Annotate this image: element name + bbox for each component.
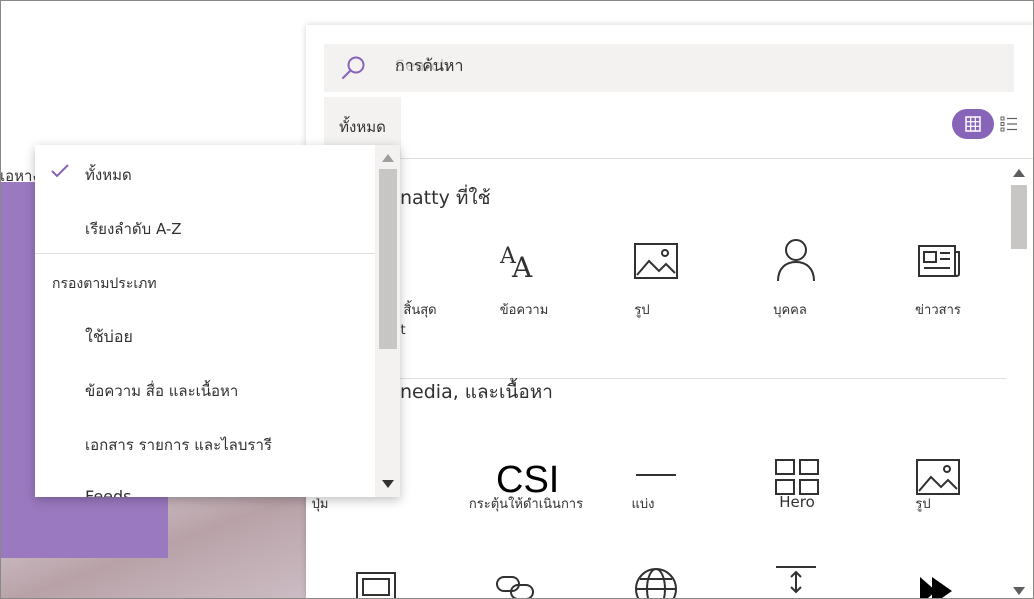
menu-item-feeds[interactable]: Feeds <box>35 471 375 497</box>
gallery-icon[interactable] <box>354 563 402 599</box>
search-box[interactable]: Search การค้นหา <box>324 44 1014 92</box>
text-icon: A A <box>499 244 533 284</box>
menu-item-label: ใช้บ่อย <box>85 327 133 346</box>
grid-icon <box>965 116 981 132</box>
section-title-frequent: natty ที่ใช้ <box>400 187 491 209</box>
tile-label-news: ข่าวสาร <box>915 303 961 318</box>
menu-item-label: ข้อความ สื่อ และเนื้อหา <box>85 382 239 400</box>
tile-label-hero: Hero <box>779 493 815 511</box>
menu-item-documents[interactable]: เอกสาร รายการ และไลบรารี <box>35 417 375 471</box>
menu-group-header: กรองตามประเภท <box>52 276 157 292</box>
menu-item-label: ทั้งหมด <box>85 166 132 184</box>
grid-view-button[interactable] <box>952 109 994 139</box>
tile-label-call-to-action: กระตุ้นให้ดำเนินการ <box>468 497 584 512</box>
svg-text:A: A <box>511 251 533 284</box>
globe-icon[interactable] <box>632 561 680 599</box>
menu-item-text-media[interactable]: ข้อความ สื่อ และเนื้อหา <box>35 363 375 417</box>
list-view-button[interactable] <box>998 113 1020 135</box>
tile-label-image: รูป <box>634 303 650 318</box>
scroll-down-arrow[interactable] <box>1013 587 1025 595</box>
tile-label-partial-2: t <box>400 323 406 338</box>
tile-label-partial: สิ้นสุด <box>403 303 437 318</box>
tile-label-person: บุคคล <box>773 303 807 318</box>
toolbox-panel: Search การค้นหา ทั้งหมด natty ที่ใช้ สิ้… <box>306 25 1034 599</box>
filter-dropdown-menu: ทั้งหมด เรียงลำดับ A-Z กรองตามประเภท ใช้… <box>35 145 400 497</box>
menu-item-all[interactable]: ทั้งหมด <box>35 145 375 201</box>
menu-item-label: เอกสาร รายการ และไลบรารี <box>85 436 272 454</box>
tile-label-image-2: รูป <box>915 497 931 512</box>
stream-icon[interactable] <box>914 563 962 599</box>
menu-item-label: เรียงลำดับ A-Z <box>85 220 182 238</box>
toolbox-scrollbar[interactable] <box>1008 165 1030 597</box>
person-icon <box>777 239 815 282</box>
link-icon[interactable] <box>493 563 541 599</box>
menu-item-label: Feeds <box>85 487 132 497</box>
scrollbar-thumb[interactable] <box>379 169 397 349</box>
checkmark-icon <box>51 164 69 178</box>
scrollbar-thumb[interactable] <box>1011 185 1027 249</box>
news-icon <box>918 245 960 277</box>
search-icon <box>342 56 365 79</box>
scroll-up-arrow[interactable] <box>382 154 394 162</box>
menu-separator <box>35 253 375 254</box>
menu-item-sort-az[interactable]: เรียงลำดับ A-Z <box>35 201 375 253</box>
section-title-media: nedia, และเนื้อหา <box>400 381 553 403</box>
search-input[interactable]: การค้นหา <box>395 54 463 79</box>
tile-label-text: ข้อความ <box>499 303 549 318</box>
tile-label-divider: แบ่ง <box>631 497 655 512</box>
toolbox-content: natty ที่ใช้ สิ้นสุด t A A ข้อความ รูป บ… <box>306 159 1006 599</box>
list-icon <box>1000 116 1017 132</box>
divider-icon <box>636 474 676 476</box>
dropdown-scrollbar[interactable] <box>375 145 400 497</box>
scroll-down-arrow[interactable] <box>382 480 394 488</box>
spacer-icon[interactable] <box>772 563 820 599</box>
scroll-up-arrow[interactable] <box>1013 169 1025 177</box>
menu-item-frequent[interactable]: ใช้บ่อย <box>35 311 375 363</box>
image-icon <box>634 243 678 279</box>
